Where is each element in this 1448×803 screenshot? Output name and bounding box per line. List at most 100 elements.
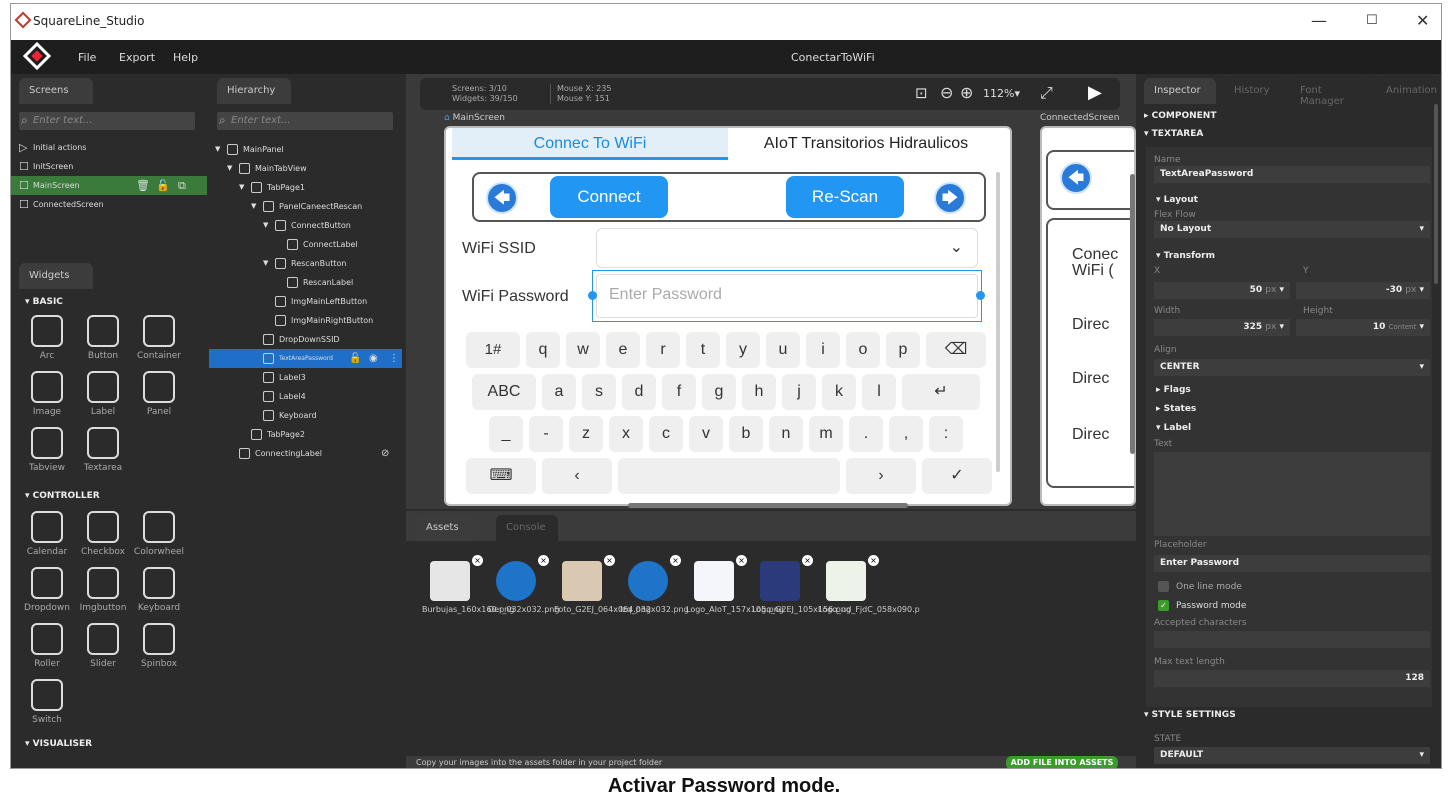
screen-item[interactable]: ☐ MainScreen 🗑 🔓 ⧉	[11, 176, 207, 195]
lock-icon[interactable]: 🔓	[349, 349, 361, 368]
placeholder-input[interactable]: Enter Password	[1154, 555, 1430, 572]
textarea-section[interactable]: ▾ TEXTAREA	[1144, 129, 1203, 139]
key[interactable]: w	[566, 332, 600, 368]
remove-asset-icon[interactable]: ×	[868, 555, 879, 566]
tab-history[interactable]: History	[1224, 78, 1284, 104]
key[interactable]: h	[742, 374, 776, 410]
fullscreen-icon[interactable]: ⤢	[1040, 83, 1053, 103]
one-line-mode-checkbox[interactable]	[1158, 581, 1169, 592]
basic-section-title[interactable]: ▾ BASIC	[25, 297, 63, 307]
hierarchy-item[interactable]: ▼ TabPage1	[209, 178, 402, 197]
tab-console[interactable]: Console	[496, 515, 558, 541]
remove-asset-icon[interactable]: ×	[604, 555, 615, 566]
component-section[interactable]: ▸ COMPONENT	[1144, 111, 1216, 121]
key[interactable]: c	[649, 416, 683, 452]
eye-icon[interactable]: ◉	[369, 349, 378, 368]
password-textarea[interactable]: Enter Password	[588, 270, 985, 322]
key[interactable]: y	[726, 332, 760, 368]
widget-slider[interactable]: Slider	[75, 623, 131, 669]
accepted-characters-input[interactable]	[1154, 631, 1430, 648]
hierarchy-item[interactable]: Keyboard	[209, 406, 402, 425]
tab-animation[interactable]: Animation	[1376, 78, 1440, 104]
hierarchy-item[interactable]: TextAreaPassword 🔓 ◉ ⋮	[209, 349, 402, 368]
flex-flow-dropdown[interactable]: No Layout ▾	[1154, 221, 1430, 238]
hierarchy-item[interactable]: ▼ PanelCaneectRescan	[209, 197, 402, 216]
layout-section[interactable]: ▾ Layout	[1156, 195, 1198, 205]
hierarchy-item[interactable]: TabPage2	[209, 425, 402, 444]
height-input[interactable]: 10 Content ▾	[1296, 319, 1430, 336]
hierarchy-item[interactable]: ▼ ConnectButton	[209, 216, 402, 235]
connected-left-arrow-button[interactable]: 🡄	[1060, 162, 1092, 194]
canvas-v-scrollbar[interactable]	[1130, 174, 1135, 454]
tab-connect-wifi[interactable]: Connec To WiFi	[452, 128, 728, 160]
key[interactable]: ✓	[922, 458, 992, 494]
remove-asset-icon[interactable]: ×	[538, 555, 549, 566]
name-input[interactable]: TextAreaPassword	[1154, 166, 1430, 183]
controller-section-title[interactable]: ▾ CONTROLLER	[25, 491, 100, 501]
key[interactable]: ›	[846, 458, 916, 494]
add-file-into-assets-button[interactable]: ADD FILE INTO ASSETS	[1006, 756, 1118, 768]
hidden-eye-icon[interactable]: ⊘	[381, 444, 389, 463]
key[interactable]: u	[766, 332, 800, 368]
asset-item[interactable]: Der_032x032.png ×	[488, 555, 559, 615]
key[interactable]: ⌨	[466, 458, 536, 494]
asset-item[interactable]: Foto_G2EJ_064x064.png ×	[554, 555, 651, 615]
screen-item[interactable]: ☐ InitScreen	[11, 157, 207, 176]
hierarchy-item[interactable]: ▼ MainPanel	[209, 140, 402, 159]
text-input[interactable]	[1154, 452, 1430, 536]
state-dropdown[interactable]: DEFAULT ▾	[1154, 747, 1430, 764]
key[interactable]: p	[886, 332, 920, 368]
hierarchy-search-input[interactable]: Enter text...	[217, 112, 393, 130]
max-text-length-input[interactable]: 128	[1154, 670, 1430, 687]
widget-panel[interactable]: Panel	[131, 371, 187, 417]
widget-label[interactable]: Label	[75, 371, 131, 417]
asset-item[interactable]: Logo_AIoT_157x105.png ×	[686, 555, 784, 615]
tab-widgets[interactable]: Widgets	[19, 263, 93, 289]
zoom-out-icon[interactable]: ⊖	[940, 83, 953, 102]
expand-arrow-icon[interactable]: ▼	[263, 254, 268, 273]
ssid-dropdown[interactable]: ⌄	[596, 228, 978, 268]
widget-dropdown[interactable]: Dropdown	[19, 567, 75, 613]
copy-icon[interactable]: ⧉	[178, 176, 186, 195]
key[interactable]: b	[729, 416, 763, 452]
widget-arc[interactable]: Arc	[19, 315, 75, 361]
key[interactable]: f	[662, 374, 696, 410]
widget-keyboard[interactable]: Keyboard	[131, 567, 187, 613]
widget-textarea[interactable]: Textarea	[75, 427, 131, 473]
expand-arrow-icon[interactable]: ▼	[215, 140, 220, 159]
key[interactable]: q	[526, 332, 560, 368]
widget-container[interactable]: Container	[131, 315, 187, 361]
key[interactable]: t	[686, 332, 720, 368]
tab-font-manager[interactable]: Font Manager	[1290, 78, 1370, 107]
key[interactable]: -	[529, 416, 563, 452]
connected-screen-preview[interactable]: 🡄 Conec WiFi (Direc Direc Direc	[1040, 126, 1136, 506]
key[interactable]: .	[849, 416, 883, 452]
y-input[interactable]: -30 px ▾	[1296, 282, 1430, 299]
align-dropdown[interactable]: CENTER ▾	[1154, 359, 1430, 376]
minimize-button[interactable]: —	[1311, 11, 1327, 30]
remove-asset-icon[interactable]: ×	[670, 555, 681, 566]
password-mode-checkbox[interactable]: ✓	[1158, 600, 1169, 611]
key[interactable]: e	[606, 332, 640, 368]
rescan-button[interactable]: Re-Scan	[786, 176, 904, 218]
key[interactable]: :	[929, 416, 963, 452]
key[interactable]: z	[569, 416, 603, 452]
hierarchy-item[interactable]: ConnectLabel	[209, 235, 402, 254]
key[interactable]: r	[646, 332, 680, 368]
key[interactable]: d	[622, 374, 656, 410]
hierarchy-item[interactable]: ▼ MainTabView	[209, 159, 402, 178]
key[interactable]: ,	[889, 416, 923, 452]
widget-tabview[interactable]: Tabview	[19, 427, 75, 473]
transform-section[interactable]: ▾ Transform	[1156, 251, 1215, 261]
expand-arrow-icon[interactable]: ▼	[239, 178, 244, 197]
key[interactable]: j	[782, 374, 816, 410]
widget-spinbox[interactable]: Spinbox	[131, 623, 187, 669]
connect-button[interactable]: Connect	[550, 176, 668, 218]
x-input[interactable]: 50 px ▾	[1154, 282, 1290, 299]
left-arrow-button[interactable]: 🡄	[486, 182, 518, 214]
widget-colorwheel[interactable]: Colorwheel	[131, 511, 187, 557]
widget-button[interactable]: Button	[75, 315, 131, 361]
key[interactable]: x	[609, 416, 643, 452]
hierarchy-item[interactable]: ImgMainRightButton	[209, 311, 402, 330]
widget-switch[interactable]: Switch	[19, 679, 75, 725]
